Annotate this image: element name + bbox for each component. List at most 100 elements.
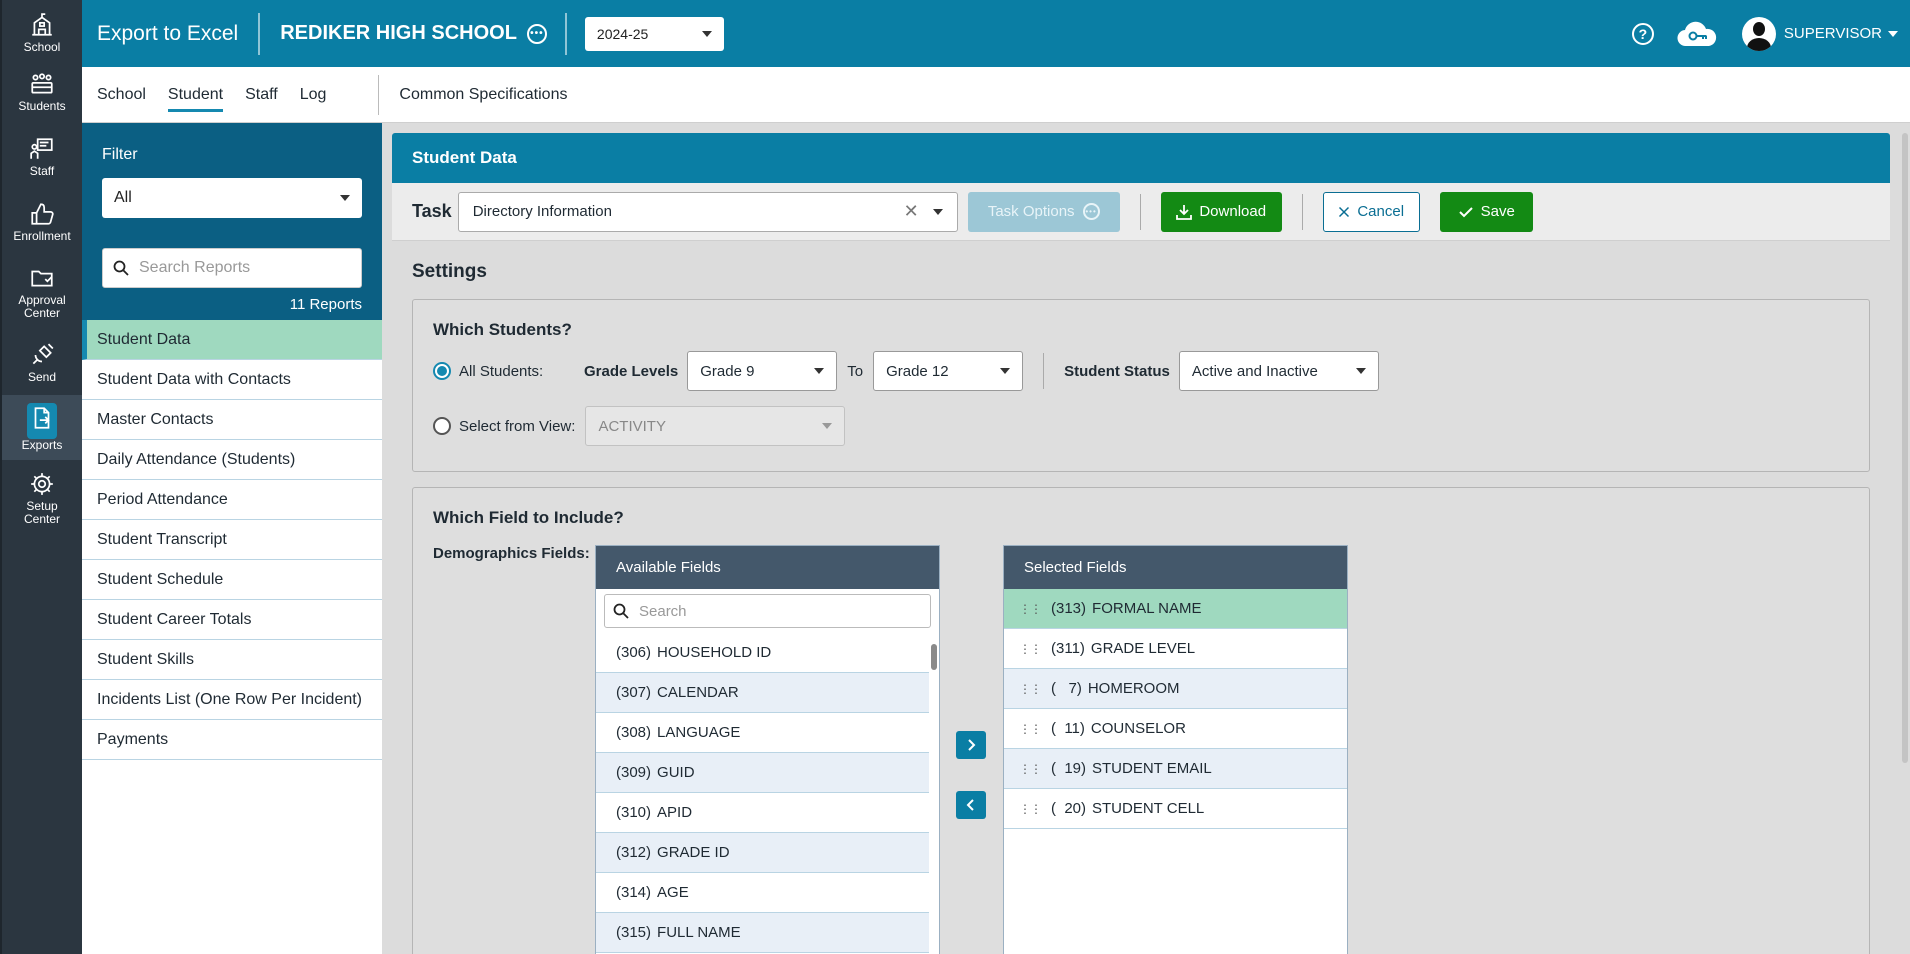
add-field-button[interactable] — [956, 731, 986, 759]
rail-label: Send — [27, 369, 57, 384]
remove-field-button[interactable] — [956, 791, 986, 819]
drag-handle-icon[interactable]: ⋮⋮ — [1019, 642, 1042, 656]
chevron-down-icon — [340, 195, 350, 201]
rail-staff[interactable]: Staff — [2, 124, 82, 189]
search-reports-input[interactable]: Search Reports — [102, 248, 362, 288]
report-item[interactable]: Daily Attendance (Students) — [82, 440, 382, 480]
rail-setup-center[interactable]: Setup Center — [2, 460, 82, 536]
user-name[interactable]: SUPERVISOR — [1784, 25, 1882, 42]
rail-send[interactable]: Send — [2, 330, 82, 395]
available-field-row[interactable]: (315) FULL NAME — [596, 913, 929, 953]
rail-approval-center[interactable]: Approval Center — [2, 254, 82, 330]
school-year-select[interactable]: 2024-25 — [584, 16, 724, 51]
help-icon[interactable]: ? — [1631, 22, 1654, 45]
cloud-key-icon[interactable] — [1676, 20, 1718, 48]
top-bar: Export to Excel REDIKER HIGH SCHOOL ••• … — [82, 0, 1910, 67]
tab-common-specifications[interactable]: Common Specifications — [399, 82, 567, 108]
report-item[interactable]: Student Data — [82, 320, 382, 360]
cancel-label: Cancel — [1357, 203, 1405, 220]
tab-log[interactable]: Log — [300, 82, 327, 108]
rail-label: Enrollment — [13, 228, 71, 243]
header-actions: ? SUPERVISOR — [1631, 16, 1910, 51]
available-field-row[interactable]: (308) LANGUAGE — [596, 713, 929, 753]
drag-handle-icon[interactable]: ⋮⋮ — [1019, 682, 1042, 696]
staff-icon — [30, 137, 53, 159]
chevron-right-icon — [968, 739, 976, 751]
drag-handle-icon[interactable]: ⋮⋮ — [1019, 602, 1042, 616]
available-field-row[interactable]: (306) HOUSEHOLD ID — [596, 633, 929, 673]
rail-school[interactable]: School — [2, 0, 82, 59]
task-toolbar: Task Directory Information ✕ Task Option… — [392, 183, 1890, 241]
left-rail: School Students Staff Enrollment Approva… — [0, 0, 82, 954]
available-search-placeholder: Search — [639, 602, 687, 620]
school-name[interactable]: REDIKER HIGH SCHOOL ••• — [260, 22, 547, 45]
search-icon — [113, 260, 129, 276]
report-item[interactable]: Period Attendance — [82, 480, 382, 520]
to-label: To — [847, 362, 864, 380]
more-options-icon[interactable]: ••• — [526, 23, 547, 44]
rail-label: School — [23, 39, 61, 54]
report-item[interactable]: Student Career Totals — [82, 600, 382, 640]
clear-icon[interactable]: ✕ — [904, 201, 919, 222]
available-fields-search-input[interactable]: Search — [604, 594, 931, 628]
cancel-button[interactable]: Cancel — [1322, 191, 1420, 232]
available-field-row[interactable]: (314) AGE — [596, 873, 929, 913]
tab-school[interactable]: School — [97, 82, 146, 108]
filter-select[interactable]: All — [102, 178, 362, 218]
select-from-view-radio[interactable] — [433, 417, 451, 435]
report-item[interactable]: Master Contacts — [82, 400, 382, 440]
rail-students[interactable]: Students — [2, 59, 82, 124]
report-item[interactable]: Student Skills — [82, 640, 382, 680]
students-divider — [1043, 353, 1045, 389]
chevron-down-icon[interactable] — [932, 208, 943, 215]
tab-student[interactable]: Student — [167, 82, 224, 112]
download-button[interactable]: Download — [1160, 191, 1282, 232]
demographics-label: Demographics Fields: — [433, 545, 590, 562]
grade-to-select[interactable]: Grade 12 — [873, 351, 1024, 391]
chevron-left-icon — [966, 799, 974, 811]
grade-from-select[interactable]: Grade 9 — [687, 351, 838, 391]
grade-from-value: Grade 9 — [700, 362, 755, 380]
page-scrollbar[interactable] — [1902, 133, 1908, 763]
available-field-row[interactable]: (309) GUID — [596, 753, 929, 793]
settings-title: Settings — [412, 261, 487, 282]
chevron-down-icon[interactable] — [1888, 30, 1898, 37]
task-label: Task — [412, 201, 452, 221]
available-field-row[interactable]: (307) CALENDAR — [596, 673, 929, 713]
student-status-select[interactable]: Active and Inactive — [1178, 351, 1379, 391]
available-fields-list: (306) HOUSEHOLD ID (307) CALENDAR (308) LAN… — [596, 633, 929, 953]
report-item[interactable]: Payments — [82, 720, 382, 760]
available-field-row[interactable]: (312) GRADE ID — [596, 833, 929, 873]
available-field-row[interactable]: (310) APID — [596, 793, 929, 833]
avatar[interactable] — [1741, 16, 1776, 51]
all-students-radio[interactable] — [433, 362, 451, 380]
report-item[interactable]: Student Transcript — [82, 520, 382, 560]
drag-handle-icon[interactable]: ⋮⋮ — [1019, 722, 1042, 736]
rail-exports[interactable]: Exports — [2, 395, 82, 460]
drag-handle-icon[interactable]: ⋮⋮ — [1019, 762, 1042, 776]
save-label: Save — [1480, 203, 1515, 220]
student-data-card: Student Data Task Directory Information … — [392, 133, 1890, 954]
selected-field-row[interactable]: ⋮⋮( 19) STUDENT EMAIL — [1004, 749, 1347, 789]
selected-fields-panel: Selected Fields ⋮⋮ (313) FORMAL NAME ⋮⋮ (31… — [1003, 545, 1348, 954]
exports-icon-box — [27, 403, 57, 439]
selected-field-row[interactable]: ⋮⋮( 11) COUNSELOR — [1004, 709, 1347, 749]
rail-enrollment[interactable]: Enrollment — [2, 189, 82, 254]
selected-field-row[interactable]: ⋮⋮( 20) STUDENT CELL — [1004, 789, 1347, 829]
tab-staff[interactable]: Staff — [245, 82, 278, 108]
selected-field-row[interactable]: ⋮⋮( 7) HOMEROOM — [1004, 669, 1347, 709]
report-item[interactable]: Student Schedule — [82, 560, 382, 600]
gear-icon — [31, 472, 53, 495]
task-options-button[interactable]: Task Options ••• — [967, 191, 1120, 232]
selected-field-row[interactable]: ⋮⋮ (311) GRADE LEVEL — [1004, 629, 1347, 669]
report-item[interactable]: Student Data with Contacts — [82, 360, 382, 400]
report-item[interactable]: Incidents List (One Row Per Incident) — [82, 680, 382, 720]
save-button[interactable]: Save — [1439, 191, 1533, 232]
chevron-down-icon — [1000, 368, 1011, 374]
selected-fields-header: Selected Fields — [1004, 546, 1347, 589]
task-select[interactable]: Directory Information ✕ — [457, 191, 958, 232]
selected-field-row[interactable]: ⋮⋮ (313) FORMAL NAME — [1004, 589, 1347, 629]
students-row-view: Select from View: ACTIVITY — [413, 406, 1869, 446]
drag-handle-icon[interactable]: ⋮⋮ — [1019, 802, 1042, 816]
available-fields-scrollbar[interactable] — [931, 644, 937, 670]
